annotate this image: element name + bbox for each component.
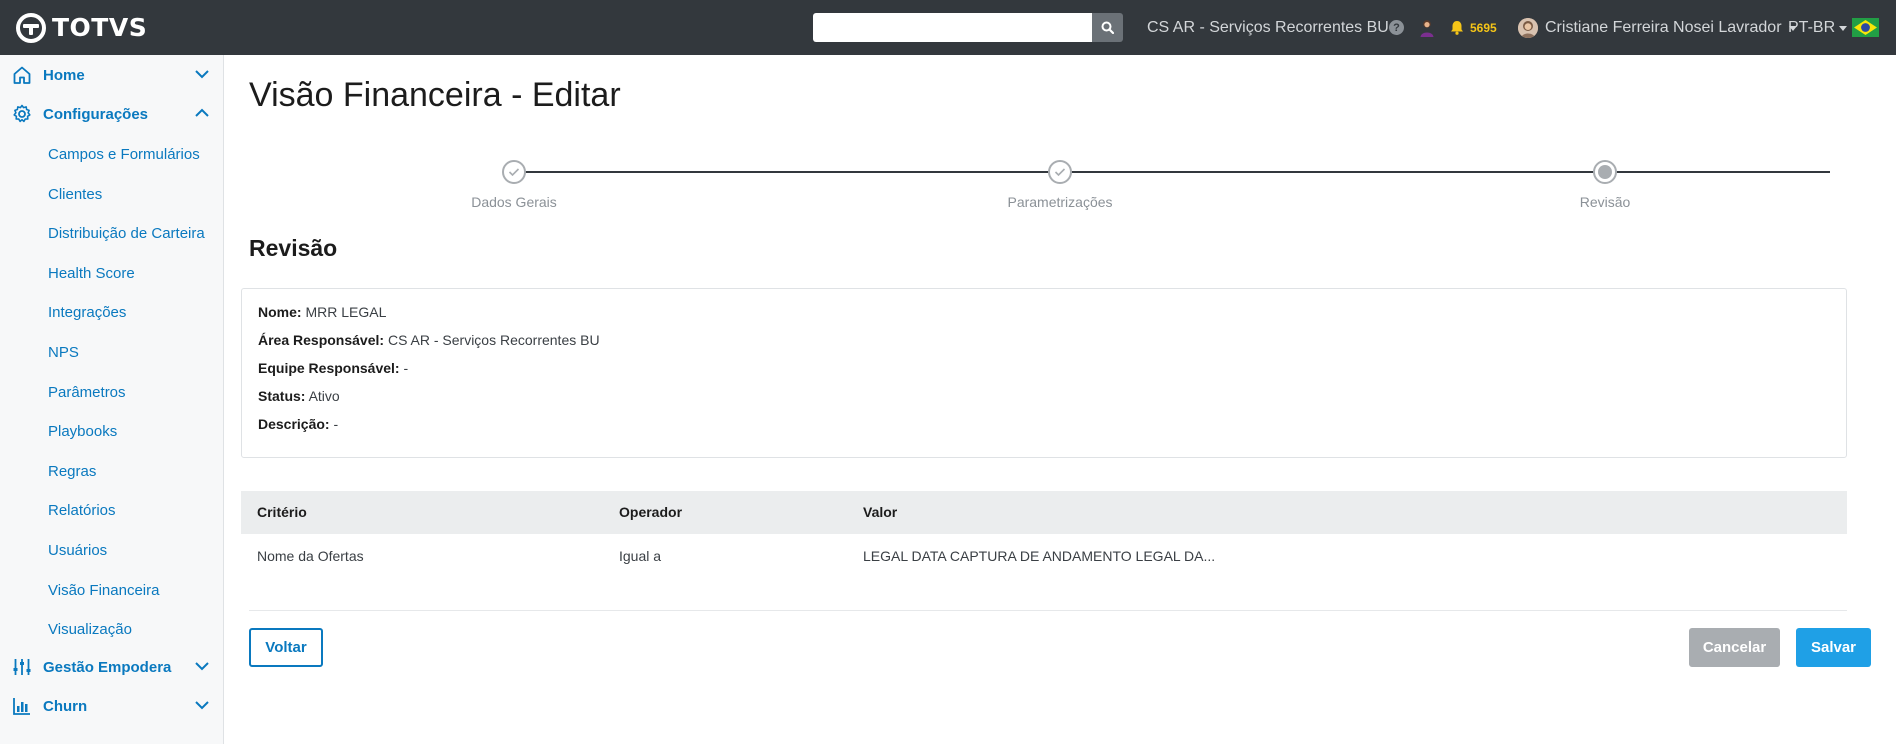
check-icon bbox=[1054, 168, 1066, 177]
info-value: - bbox=[333, 416, 339, 432]
search-button[interactable] bbox=[1092, 13, 1123, 42]
sidebar-subitem-parametros[interactable]: Parâmetros bbox=[48, 383, 126, 403]
avatar bbox=[1518, 17, 1538, 38]
sidebar-subitem-visualizacao[interactable]: Visualização bbox=[48, 620, 132, 640]
column-header: Operador bbox=[619, 504, 683, 520]
search-input[interactable] bbox=[813, 13, 1092, 42]
global-search bbox=[813, 13, 1123, 42]
info-label: Status: bbox=[258, 388, 306, 404]
help-icon: ? bbox=[1389, 20, 1404, 35]
main-content: Visão Financeira - Editar Dados Gerais P… bbox=[225, 55, 1896, 744]
sidebar-subitem-usuarios[interactable]: Usuários bbox=[48, 541, 107, 561]
sidebar-item-label: Configurações bbox=[43, 105, 149, 123]
sidebar-item-gestao-empodera[interactable]: Gestão Empodera bbox=[0, 652, 223, 682]
table-row: Nome da Ofertas Igual a LEGAL DATA CAPTU… bbox=[241, 534, 1847, 580]
gear-icon bbox=[13, 104, 31, 123]
info-label: Nome: bbox=[258, 304, 302, 320]
info-value: - bbox=[403, 360, 409, 376]
language-label: PT-BR bbox=[1788, 18, 1836, 36]
step-revisao bbox=[1593, 160, 1617, 184]
notifications-button[interactable]: 5695 bbox=[1450, 0, 1497, 55]
info-value: MRR LEGAL bbox=[305, 304, 387, 320]
flag-icon bbox=[1852, 18, 1879, 37]
info-label: Área Responsável: bbox=[258, 332, 385, 348]
help-button[interactable]: ? bbox=[1389, 0, 1404, 55]
sidebar: Home Configurações Campos e Formulários … bbox=[0, 55, 224, 744]
info-label: Equipe Responsável: bbox=[258, 360, 400, 376]
table-cell: LEGAL DATA CAPTURA DE ANDAMENTO LEGAL DA… bbox=[863, 548, 1216, 564]
sidebar-subitem-clientes[interactable]: Clientes bbox=[48, 185, 102, 205]
step-dados-gerais[interactable] bbox=[502, 160, 526, 184]
table-header: Critério Operador Valor bbox=[241, 491, 1847, 534]
language-selector[interactable]: PT-BR bbox=[1788, 0, 1848, 55]
info-status: Status: Ativo bbox=[258, 388, 340, 404]
info-area: Área Responsável: CS AR - Serviços Recor… bbox=[258, 332, 600, 348]
column-header: Critério bbox=[257, 504, 307, 520]
sidebar-item-home[interactable]: Home bbox=[0, 60, 223, 90]
sidebar-subitem-health-score[interactable]: Health Score bbox=[48, 264, 135, 284]
sidebar-item-label: Gestão Empodera bbox=[43, 658, 172, 676]
logo-text: TOTVS bbox=[52, 13, 148, 42]
info-value: CS AR - Serviços Recorrentes BU bbox=[387, 332, 600, 348]
totvs-logo-icon bbox=[16, 12, 46, 43]
sidebar-subitem-regras[interactable]: Regras bbox=[48, 462, 96, 482]
bar-chart-icon bbox=[13, 698, 30, 715]
totvs-logo[interactable]: TOTVS bbox=[16, 12, 148, 43]
chevron-up-icon bbox=[195, 108, 209, 117]
sidebar-subitem-playbooks[interactable]: Playbooks bbox=[48, 422, 117, 442]
chevron-down-icon bbox=[195, 662, 209, 671]
info-equipe: Equipe Responsável: - bbox=[258, 360, 408, 376]
sidebar-item-label: Churn bbox=[43, 697, 88, 715]
sidebar-item-configuracoes[interactable]: Configurações bbox=[0, 99, 223, 129]
info-label: Descrição: bbox=[258, 416, 330, 432]
column-header: Valor bbox=[863, 504, 898, 520]
sidebar-subitem-campos-formularios[interactable]: Campos e Formulários bbox=[48, 145, 200, 165]
page-title: Visão Financeira - Editar bbox=[249, 76, 621, 114]
info-nome: Nome: MRR LEGAL bbox=[258, 304, 386, 320]
back-button[interactable]: Voltar bbox=[249, 628, 323, 667]
step-label: Revisão bbox=[1579, 194, 1631, 210]
home-icon bbox=[13, 66, 31, 84]
check-icon bbox=[508, 168, 520, 177]
cancel-button[interactable]: Cancelar bbox=[1689, 628, 1780, 667]
table-cell: Igual a bbox=[619, 548, 662, 564]
caret-down-icon bbox=[1839, 25, 1848, 31]
sidebar-subitem-relatorios[interactable]: Relatórios bbox=[48, 501, 116, 521]
bell-icon bbox=[1451, 21, 1463, 35]
agent-button[interactable] bbox=[1419, 0, 1435, 55]
step-parametrizacoes[interactable] bbox=[1048, 160, 1072, 184]
search-icon bbox=[1101, 21, 1114, 34]
table-cell: Nome da Ofertas bbox=[257, 548, 364, 564]
area-selector-label: CS AR - Serviços Recorrentes BU bbox=[1147, 18, 1389, 36]
sidebar-item-label: Home bbox=[43, 66, 85, 84]
notifications-count: 5695 bbox=[1470, 20, 1497, 35]
person-icon bbox=[1420, 19, 1434, 37]
chevron-down-icon bbox=[195, 70, 209, 79]
save-button[interactable]: Salvar bbox=[1796, 628, 1871, 667]
user-name: Cristiane Ferreira Nosei Lavrador bbox=[1545, 18, 1782, 36]
area-selector[interactable]: CS AR - Serviços Recorrentes BU bbox=[1147, 0, 1401, 55]
divider bbox=[249, 610, 1847, 611]
sidebar-subitem-nps[interactable]: NPS bbox=[48, 343, 79, 363]
top-bar: TOTVS CS AR - Serviços Recorrentes BU ? … bbox=[0, 0, 1896, 55]
review-summary-card: Nome: MRR LEGAL Área Responsável: CS AR … bbox=[241, 288, 1847, 458]
sliders-icon bbox=[13, 659, 31, 675]
sidebar-subitem-integracoes[interactable]: Integrações bbox=[48, 303, 126, 323]
stepper-line bbox=[1060, 171, 1830, 173]
user-menu[interactable]: Cristiane Ferreira Nosei Lavrador bbox=[1518, 0, 1797, 55]
chevron-down-icon bbox=[195, 701, 209, 710]
criteria-table: Critério Operador Valor Nome da Ofertas … bbox=[241, 491, 1847, 580]
step-label: Dados Gerais bbox=[471, 194, 557, 210]
info-descricao: Descrição: - bbox=[258, 416, 338, 432]
step-label: Parametrizações bbox=[1007, 194, 1113, 210]
sidebar-item-churn[interactable]: Churn bbox=[0, 691, 223, 721]
brazil-flag-icon[interactable] bbox=[1852, 0, 1879, 55]
info-value: Ativo bbox=[308, 388, 340, 404]
sidebar-subitem-distribuicao-carteira[interactable]: Distribuição de Carteira bbox=[48, 224, 205, 244]
sidebar-subitem-visao-financeira[interactable]: Visão Financeira bbox=[48, 581, 159, 601]
section-title: Revisão bbox=[249, 235, 338, 261]
